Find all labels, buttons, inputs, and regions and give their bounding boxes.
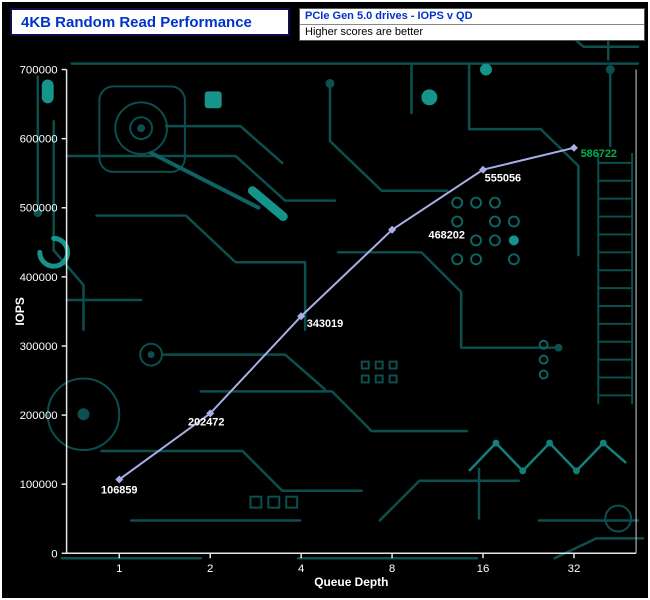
data-label: 555056 bbox=[485, 173, 521, 185]
data-label: 343019 bbox=[307, 318, 343, 330]
y-axis-title: IOPS bbox=[13, 297, 27, 326]
x-tick-label: 2 bbox=[207, 563, 213, 575]
chart-subtitle-line1: PCIe Gen 5.0 drives - IOPS v QD bbox=[300, 9, 644, 25]
chart-title-box: 4KB Random Read Performance bbox=[10, 8, 290, 36]
x-tick-label: 16 bbox=[477, 563, 490, 575]
y-tick-label: 400000 bbox=[20, 272, 58, 284]
y-tick-label: 600000 bbox=[20, 134, 58, 146]
y-tick-label: 500000 bbox=[20, 203, 58, 215]
x-tick-label: 1 bbox=[116, 563, 122, 575]
x-axis-title: Queue Depth bbox=[314, 575, 388, 589]
y-tick-label: 0 bbox=[51, 548, 57, 560]
chart-subtitle-box: PCIe Gen 5.0 drives - IOPS v QD Higher s… bbox=[299, 8, 645, 41]
x-tick-label: 4 bbox=[298, 563, 305, 575]
chart-subtitle-line2: Higher scores are better bbox=[300, 25, 644, 40]
data-label: 202472 bbox=[188, 416, 224, 428]
y-tick-label: 700000 bbox=[20, 65, 58, 77]
y-tick-label: 300000 bbox=[20, 341, 58, 353]
data-label: 106859 bbox=[101, 484, 137, 496]
x-tick-label: 32 bbox=[568, 563, 581, 575]
data-label: 586722 bbox=[581, 148, 617, 160]
data-line bbox=[119, 148, 574, 480]
y-tick-label: 200000 bbox=[20, 410, 58, 422]
data-label: 468202 bbox=[429, 230, 465, 242]
chart-page: 0 100000 200000 300000 400000 500000 600000 700… bbox=[0, 0, 650, 600]
x-tick-label: 8 bbox=[389, 563, 395, 575]
data-point-marker bbox=[570, 144, 578, 152]
chart-title: 4KB Random Read Performance bbox=[21, 14, 252, 31]
line-chart: 0 100000 200000 300000 400000 500000 600000 700… bbox=[2, 2, 648, 598]
y-tick-label: 100000 bbox=[20, 479, 58, 491]
